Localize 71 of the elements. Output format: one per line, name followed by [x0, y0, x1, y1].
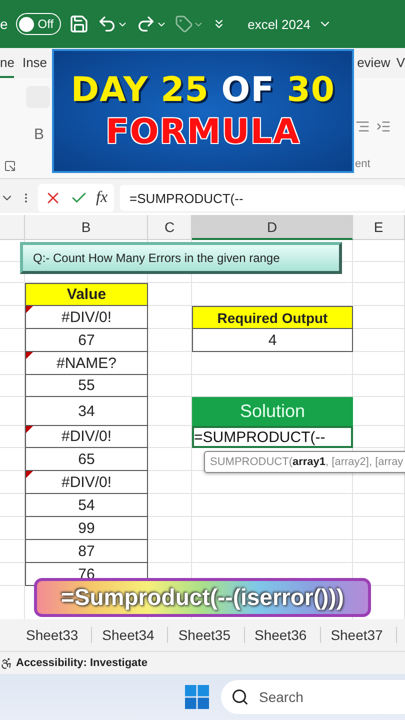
sheet-tab[interactable]: Sheet37 — [330, 627, 397, 643]
table-cell — [148, 352, 192, 375]
table-cell — [148, 375, 192, 397]
accessibility-icon[interactable] — [0, 656, 13, 670]
table-cell: 67 — [25, 329, 148, 352]
table-cell — [353, 540, 405, 563]
caption-overlay: =Sumproduct(--(iserror())) — [34, 578, 371, 617]
solution-header: Solution — [192, 397, 353, 426]
ribbon-tab[interactable]: V — [396, 48, 405, 78]
redo-icon[interactable] — [136, 14, 167, 34]
search-icon — [231, 688, 249, 706]
column-header[interactable]: E — [353, 215, 405, 240]
table-cell — [353, 262, 405, 283]
table-cell — [353, 426, 405, 448]
table-cell — [353, 306, 405, 329]
table-cell — [353, 397, 405, 426]
column-header[interactable]: C — [148, 215, 192, 240]
table-cell: 87 — [25, 540, 148, 563]
indent-icon[interactable] — [376, 119, 391, 134]
table-cell — [353, 375, 405, 397]
table-cell — [148, 329, 192, 352]
save-icon[interactable] — [68, 14, 89, 34]
tag-icon[interactable] — [174, 15, 204, 33]
function-tooltip: SUMPRODUCT(array1, [array2], [array — [204, 451, 405, 473]
sheet-tab[interactable]: Sheet36 — [254, 627, 321, 643]
table-cell — [353, 283, 405, 306]
table-cell: #NAME? — [25, 352, 148, 375]
accessibility-status[interactable]: Accessibility: Investigate — [16, 657, 148, 669]
sheet-tab[interactable]: Sheet34 — [102, 627, 168, 643]
table-cell: 54 — [25, 494, 148, 517]
sheet-tab[interactable]: Sheet35 — [178, 627, 245, 643]
column-header[interactable]: D — [192, 215, 353, 240]
insert-function-button[interactable]: fx — [96, 189, 108, 207]
column-header[interactable]: B — [25, 215, 148, 240]
autosave-label: e — [0, 16, 8, 32]
table-cell — [353, 329, 405, 352]
group-label: ent — [355, 158, 370, 170]
table-cell — [353, 494, 405, 517]
question-box: Q:- Count How Many Errors in the given range — [20, 242, 342, 274]
table-cell — [148, 283, 192, 306]
table-cell: 99 — [25, 517, 148, 540]
table-cell: #DIV/0! — [25, 426, 148, 448]
dialog-launcher-icon[interactable] — [4, 160, 16, 172]
table-cell — [353, 352, 405, 375]
table-cell — [148, 517, 192, 540]
table-cell: #DIV/0! — [25, 306, 148, 329]
table-cell — [148, 426, 192, 448]
align-icon[interactable] — [355, 119, 370, 134]
ribbon-tab[interactable]: Inse — [22, 48, 48, 78]
table-cell: 65 — [25, 448, 148, 471]
formula-field[interactable]: =SUMPRODUCT(-- — [120, 185, 405, 211]
table-cell — [148, 471, 192, 494]
banner-subtitle: FORMULA — [106, 115, 300, 149]
autosave-toggle[interactable]: Off — [16, 13, 61, 35]
active-cell[interactable]: =SUMPRODUCT(-- — [192, 426, 353, 448]
ribbon-tab[interactable]: eview — [357, 48, 390, 78]
table-cell — [353, 517, 405, 540]
file-name[interactable]: excel 2024 — [248, 16, 310, 32]
table-cell: 34 — [25, 397, 148, 426]
table-header: Value — [25, 283, 148, 306]
table-cell — [148, 494, 192, 517]
output-value: 4 — [192, 329, 353, 352]
bold-button[interactable]: B — [34, 126, 44, 142]
table-cell: 55 — [25, 375, 148, 397]
table-cell: #DIV/0! — [25, 471, 148, 494]
sheet-tab[interactable]: Sheet33 — [26, 627, 92, 643]
search-field[interactable]: Search — [221, 680, 405, 714]
undo-icon[interactable] — [96, 14, 128, 34]
output-header: Required Output — [192, 306, 353, 329]
banner-title: DAY 25 OF 30 — [70, 73, 336, 107]
windows-logo-icon[interactable] — [185, 685, 209, 709]
